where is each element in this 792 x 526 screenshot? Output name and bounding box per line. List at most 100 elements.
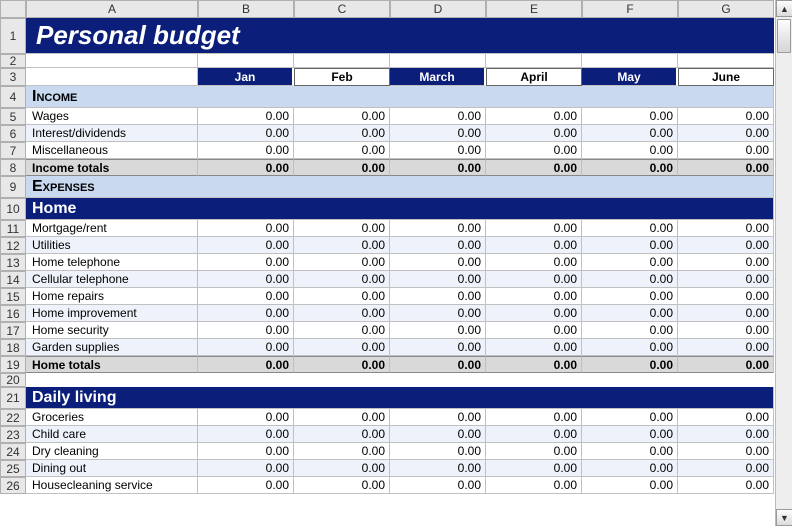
row-header-26[interactable]: 26 bbox=[0, 477, 26, 494]
data-cell[interactable]: 0.00 bbox=[390, 305, 486, 322]
data-cell[interactable]: 0.00 bbox=[582, 426, 678, 443]
row-header-6[interactable]: 6 bbox=[0, 125, 26, 142]
row-header-8[interactable]: 8 bbox=[0, 159, 26, 176]
data-cell[interactable]: 0.00 bbox=[390, 108, 486, 125]
data-cell[interactable]: 0.00 bbox=[390, 142, 486, 159]
data-cell[interactable]: 0.00 bbox=[678, 220, 774, 237]
data-cell[interactable]: 0.00 bbox=[582, 125, 678, 142]
data-cell[interactable]: 0.00 bbox=[678, 254, 774, 271]
data-cell[interactable]: 0.00 bbox=[582, 288, 678, 305]
data-cell[interactable]: 0.00 bbox=[294, 460, 390, 477]
data-cell[interactable]: 0.00 bbox=[390, 339, 486, 356]
data-cell[interactable]: 0.00 bbox=[486, 125, 582, 142]
data-cell[interactable]: 0.00 bbox=[486, 305, 582, 322]
row-header-9[interactable]: 9 bbox=[0, 176, 26, 198]
data-cell[interactable]: 0.00 bbox=[678, 460, 774, 477]
data-cell[interactable]: 0.00 bbox=[294, 237, 390, 254]
data-cell[interactable]: 0.00 bbox=[198, 108, 294, 125]
row-header-25[interactable]: 25 bbox=[0, 460, 26, 477]
spreadsheet-grid[interactable]: ABCDEFG1Personal budget23JanFebMarchApri… bbox=[0, 0, 792, 494]
data-cell[interactable]: 0.00 bbox=[198, 322, 294, 339]
data-cell[interactable]: 0.00 bbox=[582, 339, 678, 356]
row-header-21[interactable]: 21 bbox=[0, 387, 26, 409]
data-cell[interactable]: 0.00 bbox=[678, 322, 774, 339]
row-label[interactable]: Dining out bbox=[26, 460, 198, 477]
row-label[interactable]: Utilities bbox=[26, 237, 198, 254]
data-cell[interactable]: 0.00 bbox=[390, 220, 486, 237]
data-cell[interactable]: 0.00 bbox=[198, 237, 294, 254]
data-cell[interactable]: 0.00 bbox=[486, 237, 582, 254]
data-cell[interactable]: 0.00 bbox=[486, 108, 582, 125]
data-cell[interactable]: 0.00 bbox=[582, 237, 678, 254]
data-cell[interactable]: 0.00 bbox=[582, 142, 678, 159]
data-cell[interactable]: 0.00 bbox=[294, 288, 390, 305]
column-header-B[interactable]: B bbox=[198, 0, 294, 18]
data-cell[interactable]: 0.00 bbox=[390, 322, 486, 339]
row-header-1[interactable]: 1 bbox=[0, 18, 26, 54]
column-header-C[interactable]: C bbox=[294, 0, 390, 18]
scroll-track[interactable] bbox=[776, 17, 792, 509]
data-cell[interactable]: 0.00 bbox=[198, 477, 294, 494]
data-cell[interactable]: 0.00 bbox=[294, 220, 390, 237]
data-cell[interactable]: 0.00 bbox=[294, 339, 390, 356]
data-cell[interactable]: 0.00 bbox=[486, 254, 582, 271]
data-cell[interactable]: 0.00 bbox=[294, 108, 390, 125]
row-header-15[interactable]: 15 bbox=[0, 288, 26, 305]
data-cell[interactable]: 0.00 bbox=[390, 237, 486, 254]
row-header-11[interactable]: 11 bbox=[0, 220, 26, 237]
row-label[interactable]: Miscellaneous bbox=[26, 142, 198, 159]
data-cell[interactable]: 0.00 bbox=[486, 477, 582, 494]
data-cell[interactable]: 0.00 bbox=[198, 125, 294, 142]
row-header-24[interactable]: 24 bbox=[0, 443, 26, 460]
data-cell[interactable]: 0.00 bbox=[486, 426, 582, 443]
row-header-10[interactable]: 10 bbox=[0, 198, 26, 220]
row-header-16[interactable]: 16 bbox=[0, 305, 26, 322]
data-cell[interactable]: 0.00 bbox=[486, 142, 582, 159]
row-header-17[interactable]: 17 bbox=[0, 322, 26, 339]
data-cell[interactable]: 0.00 bbox=[390, 288, 486, 305]
data-cell[interactable]: 0.00 bbox=[486, 288, 582, 305]
data-cell[interactable]: 0.00 bbox=[582, 409, 678, 426]
column-header-D[interactable]: D bbox=[390, 0, 486, 18]
select-all-corner[interactable] bbox=[0, 0, 26, 18]
data-cell[interactable]: 0.00 bbox=[486, 409, 582, 426]
row-label[interactable]: Interest/dividends bbox=[26, 125, 198, 142]
data-cell[interactable]: 0.00 bbox=[582, 254, 678, 271]
row-header-19[interactable]: 19 bbox=[0, 356, 26, 373]
row-header-3[interactable]: 3 bbox=[0, 68, 26, 86]
row-label[interactable]: Mortgage/rent bbox=[26, 220, 198, 237]
data-cell[interactable]: 0.00 bbox=[198, 305, 294, 322]
data-cell[interactable]: 0.00 bbox=[486, 339, 582, 356]
data-cell[interactable]: 0.00 bbox=[390, 443, 486, 460]
data-cell[interactable]: 0.00 bbox=[198, 254, 294, 271]
row-header-18[interactable]: 18 bbox=[0, 339, 26, 356]
data-cell[interactable]: 0.00 bbox=[390, 409, 486, 426]
data-cell[interactable]: 0.00 bbox=[678, 237, 774, 254]
row-label[interactable]: Home telephone bbox=[26, 254, 198, 271]
data-cell[interactable]: 0.00 bbox=[294, 254, 390, 271]
row-label[interactable]: Home security bbox=[26, 322, 198, 339]
data-cell[interactable]: 0.00 bbox=[390, 460, 486, 477]
data-cell[interactable]: 0.00 bbox=[294, 125, 390, 142]
data-cell[interactable]: 0.00 bbox=[198, 409, 294, 426]
row-header-14[interactable]: 14 bbox=[0, 271, 26, 288]
data-cell[interactable]: 0.00 bbox=[486, 443, 582, 460]
data-cell[interactable]: 0.00 bbox=[678, 142, 774, 159]
row-label[interactable]: Cellular telephone bbox=[26, 271, 198, 288]
row-label[interactable]: Housecleaning service bbox=[26, 477, 198, 494]
row-header-23[interactable]: 23 bbox=[0, 426, 26, 443]
data-cell[interactable]: 0.00 bbox=[198, 339, 294, 356]
data-cell[interactable]: 0.00 bbox=[582, 220, 678, 237]
data-cell[interactable]: 0.00 bbox=[582, 271, 678, 288]
row-header-13[interactable]: 13 bbox=[0, 254, 26, 271]
data-cell[interactable]: 0.00 bbox=[294, 409, 390, 426]
data-cell[interactable]: 0.00 bbox=[678, 288, 774, 305]
data-cell[interactable]: 0.00 bbox=[390, 477, 486, 494]
data-cell[interactable]: 0.00 bbox=[582, 443, 678, 460]
data-cell[interactable]: 0.00 bbox=[582, 460, 678, 477]
data-cell[interactable]: 0.00 bbox=[198, 288, 294, 305]
data-cell[interactable]: 0.00 bbox=[486, 271, 582, 288]
row-label[interactable]: Home improvement bbox=[26, 305, 198, 322]
data-cell[interactable]: 0.00 bbox=[198, 142, 294, 159]
data-cell[interactable]: 0.00 bbox=[294, 443, 390, 460]
